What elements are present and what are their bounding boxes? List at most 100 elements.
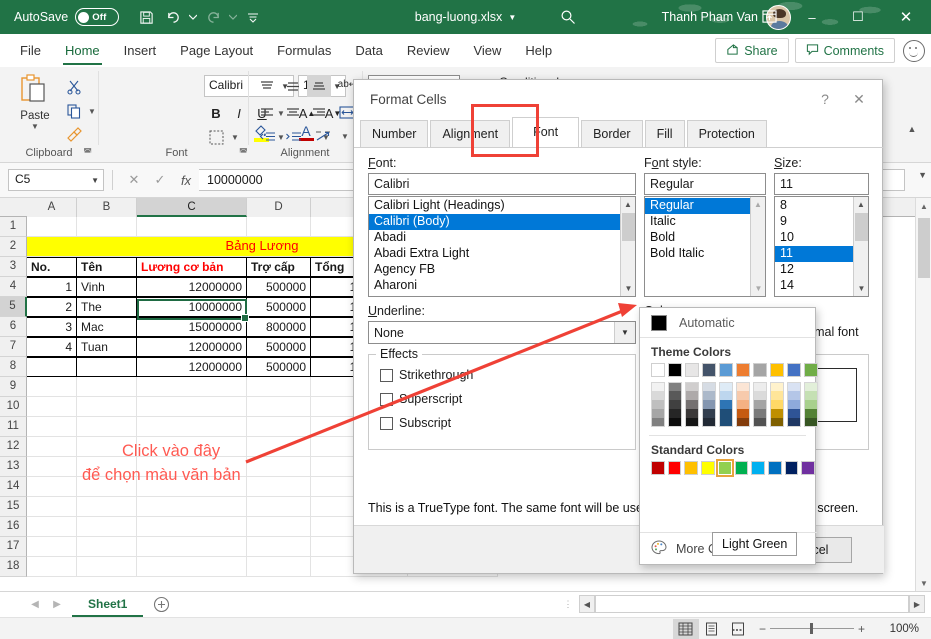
vertical-scrollbar[interactable]: ▲ ▼ <box>915 198 931 591</box>
cell-C18[interactable] <box>137 557 247 577</box>
font-list-scrollbar[interactable]: ▲ ▼ <box>620 197 635 296</box>
redo-dropdown-icon[interactable] <box>227 4 239 30</box>
cell-B1[interactable] <box>77 217 137 237</box>
tab-review[interactable]: Review <box>395 34 462 67</box>
zoom-knob[interactable] <box>809 623 813 634</box>
scroll-up-icon[interactable]: ▲ <box>916 198 931 214</box>
merge-cells-icon[interactable] <box>311 125 335 147</box>
font-style-item-3[interactable]: Bold Italic <box>645 246 765 262</box>
align-middle-icon[interactable] <box>281 75 305 97</box>
theme-shade-swatch-1-0[interactable] <box>668 382 682 391</box>
theme-shade-swatch-5-4[interactable] <box>736 418 750 427</box>
data-cell-allow-3[interactable]: 800000 <box>247 317 311 337</box>
theme-shade-swatch-5-2[interactable] <box>736 400 750 409</box>
standard-color-swatch-4[interactable] <box>715 459 734 477</box>
column-header-a[interactable]: A <box>27 198 77 217</box>
data-cell-allow-5[interactable]: 500000 <box>247 357 311 377</box>
theme-shade-swatch-2-2[interactable] <box>685 400 699 409</box>
zoom-level[interactable]: 100% <box>873 623 919 635</box>
align-left-icon[interactable] <box>255 101 279 123</box>
cell-D1[interactable] <box>247 217 311 237</box>
cell-A13[interactable] <box>27 457 77 477</box>
theme-shade-swatch-3-1[interactable] <box>702 391 716 400</box>
dialog-tab-protection[interactable]: Protection <box>686 120 767 147</box>
font-style-list[interactable]: Regular Italic Bold Bold Italic ▲ ▼ <box>644 196 766 297</box>
maximize-button[interactable]: ☐ <box>835 0 881 34</box>
theme-shade-swatch-5-1[interactable] <box>736 391 750 400</box>
strikethrough-checkbox-box[interactable] <box>380 368 393 382</box>
row-header-4[interactable]: 4 <box>0 277 27 297</box>
font-style-scroll-up-icon[interactable]: ▲ <box>751 197 765 212</box>
font-list-item-5[interactable]: Aharoni <box>369 278 635 294</box>
cell-B17[interactable] <box>77 537 137 557</box>
theme-shade-swatch-1-3[interactable] <box>668 409 682 418</box>
add-sheet-icon[interactable] <box>149 593 173 617</box>
superscript-checkbox-box[interactable] <box>380 392 393 406</box>
cell-C10[interactable] <box>137 397 247 417</box>
cell-D16[interactable] <box>247 517 311 537</box>
theme-shade-swatch-6-2[interactable] <box>753 400 767 409</box>
standard-color-swatch-8[interactable] <box>784 461 799 475</box>
theme-color-column-6[interactable] <box>753 363 767 427</box>
dialog-tab-border[interactable]: Border <box>581 120 643 147</box>
data-cell-name-4[interactable]: Tuan <box>77 337 137 357</box>
cell-A16[interactable] <box>27 517 77 537</box>
cell-B15[interactable] <box>77 497 137 517</box>
tab-help[interactable]: Help <box>513 34 564 67</box>
expand-formula-bar-chevron-down-icon[interactable]: ▼ <box>918 170 927 180</box>
data-cell-no-3[interactable]: 3 <box>27 317 77 337</box>
theme-shade-swatch-1-1[interactable] <box>668 391 682 400</box>
align-top-icon[interactable] <box>255 75 279 97</box>
cell-D18[interactable] <box>247 557 311 577</box>
cell-D11[interactable] <box>247 417 311 437</box>
theme-shade-swatch-4-3[interactable] <box>719 409 733 418</box>
horizontal-scrollbar-track[interactable] <box>595 595 909 613</box>
increase-indent-icon[interactable] <box>281 125 305 147</box>
customize-quick-access-icon[interactable] <box>240 4 266 30</box>
header-cell-tro-cap[interactable]: Trợ cấp <box>247 257 311 277</box>
bold-button[interactable]: B <box>204 101 228 125</box>
row-header-3[interactable]: 3 <box>0 257 27 277</box>
cell-C16[interactable] <box>137 517 247 537</box>
font-list-item-1[interactable]: Calibri (Body) <box>369 214 635 230</box>
theme-shade-swatch-2-3[interactable] <box>685 409 699 418</box>
cell-B10[interactable] <box>77 397 137 417</box>
theme-shade-swatch-9-1[interactable] <box>804 391 818 400</box>
comments-button[interactable]: Comments <box>794 38 895 63</box>
close-button[interactable]: ✕ <box>881 0 931 34</box>
decrease-indent-icon[interactable] <box>255 125 279 147</box>
redo-icon[interactable] <box>200 4 226 30</box>
dialog-close-icon[interactable]: ✕ <box>842 84 876 114</box>
undo-icon[interactable] <box>160 4 186 30</box>
tab-formulas[interactable]: Formulas <box>265 34 343 67</box>
insert-function-icon[interactable]: fx <box>173 169 199 191</box>
cell-A10[interactable] <box>27 397 77 417</box>
cell-C17[interactable] <box>137 537 247 557</box>
theme-color-swatch-5[interactable] <box>736 363 750 377</box>
column-header-b[interactable]: B <box>77 198 137 217</box>
theme-color-swatch-7[interactable] <box>770 363 784 377</box>
theme-shade-swatch-9-4[interactable] <box>804 418 818 427</box>
theme-shade-swatch-9-0[interactable] <box>804 382 818 391</box>
zoom-track[interactable] <box>769 623 854 634</box>
standard-color-swatch-2[interactable] <box>684 461 699 475</box>
theme-shade-swatch-4-4[interactable] <box>719 418 733 427</box>
theme-color-swatch-0[interactable] <box>651 363 665 377</box>
theme-shade-swatch-4-2[interactable] <box>719 400 733 409</box>
save-icon[interactable] <box>133 4 159 30</box>
cell-A12[interactable] <box>27 437 77 457</box>
file-menu-chevron-icon[interactable]: ▼ <box>508 13 516 22</box>
theme-shade-swatch-0-4[interactable] <box>651 418 665 427</box>
data-cell-name-3[interactable]: Mac <box>77 317 137 337</box>
row-header-17[interactable]: 17 <box>0 537 27 557</box>
theme-color-column-3[interactable] <box>702 363 716 427</box>
zoom-out-icon[interactable]: − <box>759 622 766 636</box>
theme-shade-swatch-7-4[interactable] <box>770 418 784 427</box>
cell-A18[interactable] <box>27 557 77 577</box>
theme-color-column-0[interactable] <box>651 363 665 427</box>
font-style-item-2[interactable]: Bold <box>645 230 765 246</box>
font-style-input[interactable]: Regular <box>644 173 766 195</box>
theme-color-column-9[interactable] <box>804 363 818 427</box>
clipboard-dialog-launcher[interactable]: ◚ <box>83 147 92 158</box>
tab-home[interactable]: Home <box>53 34 112 67</box>
